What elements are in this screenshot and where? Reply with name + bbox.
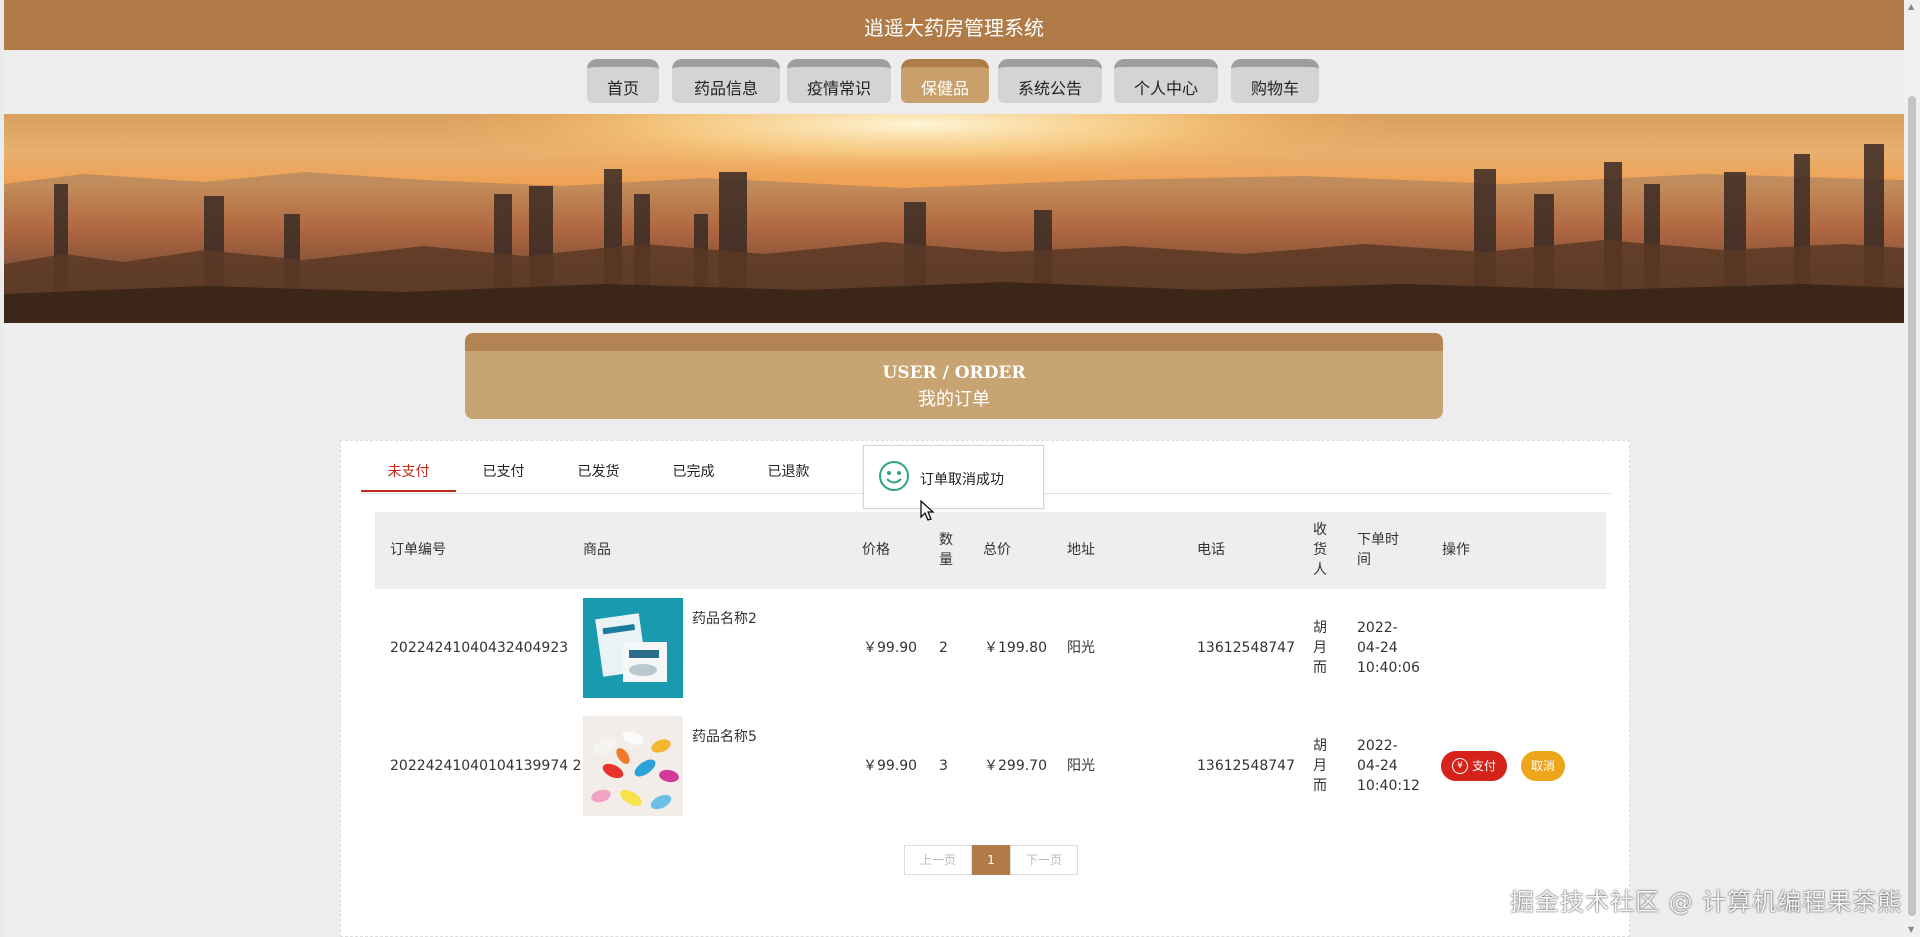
scroll-up-icon[interactable]: ▲ xyxy=(1908,2,1914,11)
price: ￥99.90 xyxy=(863,640,918,656)
total: ￥199.80 xyxy=(984,640,1047,656)
col-actions: 操作 xyxy=(1442,542,1470,558)
section-title-zh: 我的订单 xyxy=(918,389,990,410)
col-phone: 电话 xyxy=(1197,542,1225,558)
total: ￥299.70 xyxy=(984,758,1047,774)
col-address: 地址 xyxy=(1067,542,1095,558)
cancel-button[interactable]: 取消 xyxy=(1521,751,1565,781)
nav-user-center[interactable]: 个人中心 xyxy=(1114,59,1218,103)
table-row: 20224241040432404923 药品名称2 ￥99.90 2 ￥199… xyxy=(375,598,1606,716)
col-receiver: 收 货 人 xyxy=(1313,522,1327,578)
scrollbar-thumb[interactable] xyxy=(1908,96,1916,916)
nav-epidemic-knowledge[interactable]: 疫情常识 xyxy=(787,59,891,103)
phone: 13612548747 xyxy=(1197,640,1295,656)
col-order-no: 订单编号 xyxy=(390,542,446,558)
product-thumbnail[interactable] xyxy=(583,598,683,698)
col-product: 商品 xyxy=(583,542,611,558)
col-total: 总价 xyxy=(983,542,1011,558)
table-header: 订单编号 商品 价格 数 量 总价 地址 电话 收 货 人 下单时 间 操作 xyxy=(375,512,1606,589)
nav-announcements[interactable]: 系统公告 xyxy=(998,59,1102,103)
quantity: 2 xyxy=(939,640,948,656)
col-price: 价格 xyxy=(862,542,890,558)
tab-shipped[interactable]: 已发货 xyxy=(551,461,646,481)
mouse-cursor-icon xyxy=(920,500,935,521)
nav-cart[interactable]: 购物车 xyxy=(1231,59,1319,103)
tab-unpaid[interactable]: 未支付 xyxy=(361,461,456,481)
smile-icon xyxy=(879,461,909,491)
order-number: 20224241040104139974 2 xyxy=(390,758,582,774)
order-number: 20224241040432404923 xyxy=(390,640,569,656)
nav-drug-info[interactable]: 药品信息 xyxy=(672,59,780,103)
app-title: 逍遥大药房管理系统 xyxy=(864,16,1044,40)
price: ￥99.90 xyxy=(863,758,918,774)
quantity: 3 xyxy=(939,758,948,774)
scroll-down-icon[interactable]: ▼ xyxy=(1908,925,1914,934)
order-section-header: USER / ORDER 我的订单 xyxy=(465,333,1443,419)
col-qty: 数 量 xyxy=(939,532,953,568)
app-header: 逍遥大药房管理系统 xyxy=(4,0,1904,50)
nav-home[interactable]: 首页 xyxy=(587,59,659,103)
address: 阳光 xyxy=(1067,758,1095,774)
vertical-scrollbar[interactable]: ▲ ▼ xyxy=(1904,0,1920,937)
product-name[interactable]: 药品名称5 xyxy=(692,727,757,747)
main-nav: 首页 药品信息 疫情常识 保健品 系统公告 个人中心 购物车 xyxy=(4,59,1904,105)
product-name[interactable]: 药品名称2 xyxy=(692,609,757,629)
tab-refunded[interactable]: 已退款 xyxy=(741,461,836,481)
page-1-button[interactable]: 1 xyxy=(972,845,1010,875)
yen-icon: ¥ xyxy=(1451,757,1468,774)
order-time: 2022- 04-24 10:40:06 xyxy=(1357,620,1420,676)
nav-health-products[interactable]: 保健品 xyxy=(901,59,989,103)
pay-button[interactable]: ¥ 支付 xyxy=(1441,751,1507,781)
tab-completed[interactable]: 已完成 xyxy=(646,461,741,481)
prev-page-button[interactable]: 上一页 xyxy=(904,845,972,875)
address: 阳光 xyxy=(1067,640,1095,656)
table-row: 20224241040104139974 2 药品名称5 ￥99.90 3 ￥2… xyxy=(375,716,1606,834)
watermark: 掘金技术社区 @ 计算机编程果茶熊 xyxy=(1510,888,1903,916)
tab-paid[interactable]: 已支付 xyxy=(456,461,551,481)
product-thumbnail[interactable] xyxy=(583,716,683,816)
receiver: 胡 月 而 xyxy=(1313,620,1327,676)
next-page-button[interactable]: 下一页 xyxy=(1010,845,1078,875)
pagination: 上一页 1 下一页 xyxy=(904,845,1078,875)
col-order-time: 下单时 间 xyxy=(1357,532,1399,568)
section-title-en: USER / ORDER xyxy=(882,363,1026,383)
active-tab-indicator xyxy=(361,490,456,492)
phone: 13612548747 xyxy=(1197,758,1295,774)
toast-text: 订单取消成功 xyxy=(920,472,1004,488)
city-banner xyxy=(4,114,1904,323)
toast-message: 订单取消成功 xyxy=(863,445,1044,509)
receiver: 胡 月 而 xyxy=(1313,738,1327,794)
order-time: 2022- 04-24 10:40:12 xyxy=(1357,738,1420,794)
